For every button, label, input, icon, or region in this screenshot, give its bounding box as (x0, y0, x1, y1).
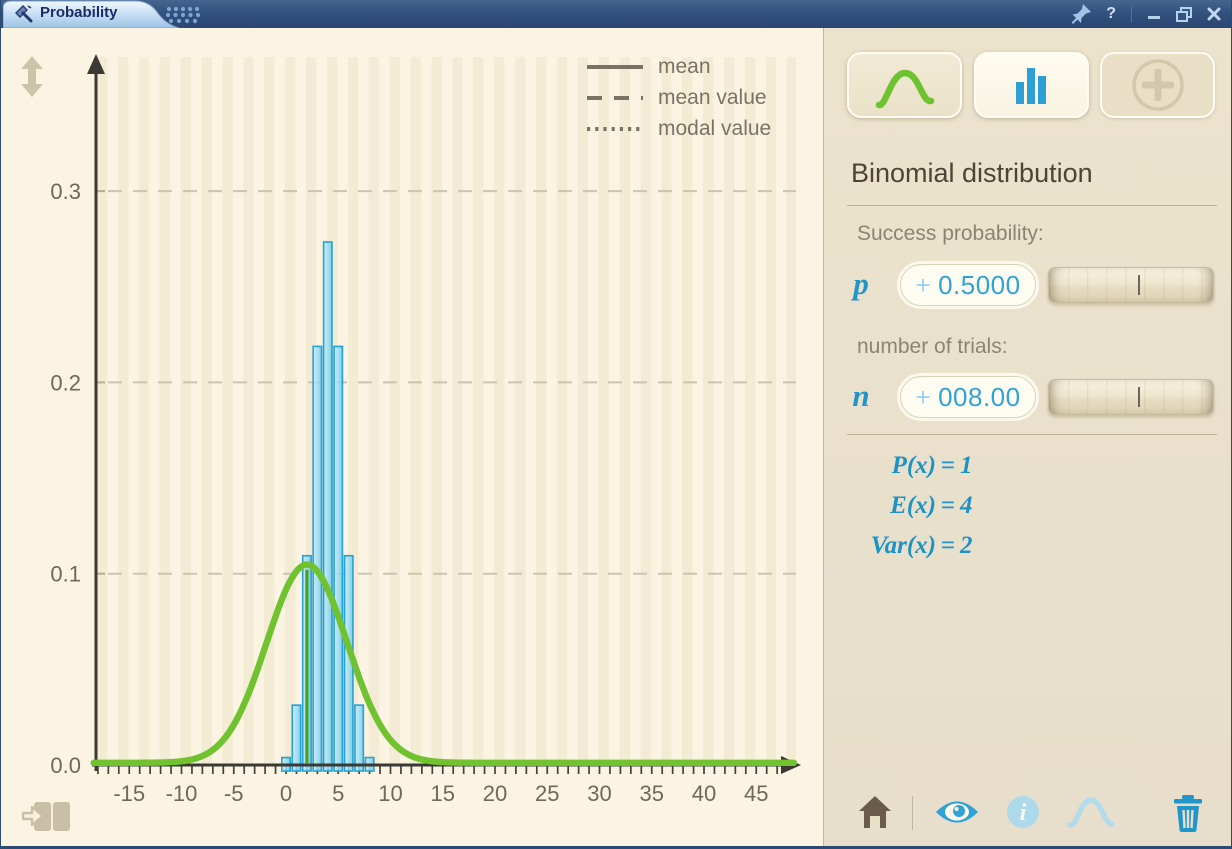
close-button[interactable] (1207, 7, 1221, 21)
stat-e-eq: = (936, 492, 960, 520)
success-probability-label: Success probability: (857, 222, 1044, 246)
p-slider-marker (1138, 275, 1141, 295)
help-button[interactable]: ? (1106, 5, 1116, 23)
toolbar-separator (912, 796, 913, 830)
legend-entry: modal value (586, 116, 771, 142)
dashed-line-sample (586, 94, 644, 102)
stat-e-lhs: E(x) (840, 492, 936, 520)
titlebar: Probability ? (1, 0, 1231, 28)
sidebar-toolbar: i (824, 788, 1232, 846)
distribution-chart: 0.0 0.1 0.2 0.3 -15 -10 -5 0 5 10 15 20 25 30 35 40 45 (1, 28, 823, 846)
home-button[interactable] (857, 794, 893, 830)
svg-text:5: 5 (332, 781, 344, 806)
tab-label: Probability (40, 4, 118, 21)
bell-curve-icon (872, 59, 938, 111)
n-slider-marker (1138, 387, 1141, 407)
p-value-field[interactable]: + 0.5000 (900, 264, 1036, 306)
chart-legend: mean mean value modal value (586, 54, 771, 142)
solid-line-sample (586, 63, 644, 71)
n-slider[interactable] (1048, 379, 1214, 415)
svg-text:i: i (1020, 800, 1027, 826)
divider (847, 434, 1217, 435)
sidebar: Binomial distribution Success probabilit… (823, 28, 1232, 846)
svg-text:25: 25 (535, 781, 559, 806)
svg-text:20: 20 (483, 781, 507, 806)
curve-button[interactable] (1066, 794, 1116, 830)
stat-var-rhs: 2 (960, 532, 973, 560)
legend-entry: mean value (586, 85, 771, 111)
p-sign: + (915, 270, 931, 301)
trash-button[interactable] (1172, 794, 1204, 832)
p-symbol: p (846, 266, 876, 302)
plus-icon (1130, 57, 1186, 113)
help-icon: ? (1106, 5, 1116, 23)
svg-text:15: 15 (431, 781, 455, 806)
eye-button[interactable] (934, 794, 980, 830)
minimize-button[interactable] (1147, 7, 1161, 21)
legend-label: mean (658, 55, 711, 79)
svg-text:0: 0 (280, 781, 292, 806)
stat-var-eq: = (936, 532, 960, 560)
bar-chart-icon (1016, 66, 1048, 104)
stat-p-eq: = (936, 452, 960, 480)
n-value: 008.00 (938, 382, 1021, 413)
tab-discrete-distribution[interactable] (974, 52, 1089, 118)
info-button[interactable]: i (1006, 794, 1040, 830)
svg-text:-10: -10 (166, 781, 198, 806)
hammer-icon (13, 4, 35, 24)
svg-text:0.2: 0.2 (50, 370, 81, 395)
add-distribution-button[interactable] (1100, 52, 1215, 118)
pin-button[interactable] (1071, 4, 1091, 24)
minimize-icon (1147, 7, 1161, 21)
titlebar-separator (1131, 6, 1132, 22)
restore-button[interactable] (1176, 7, 1192, 22)
statistics-block: P(x) = 1 E(x) = 4 Var(x) = 2 (840, 452, 973, 560)
n-value-field[interactable]: + 008.00 (900, 376, 1036, 418)
divider (847, 205, 1217, 206)
legend-label: mean value (658, 86, 767, 110)
n-sign: + (915, 382, 931, 413)
svg-text:0.0: 0.0 (50, 753, 81, 778)
chart-panel: 0.0 0.1 0.2 0.3 -15 -10 -5 0 5 10 15 20 25 30 35 40 45 m… (1, 28, 823, 846)
svg-text:0.3: 0.3 (50, 179, 81, 204)
p-value: 0.5000 (938, 270, 1021, 301)
restore-icon (1176, 7, 1192, 22)
svg-text:40: 40 (692, 781, 716, 806)
svg-text:45: 45 (744, 781, 768, 806)
number-of-trials-label: number of trials: (857, 335, 1008, 359)
pin-icon (1071, 4, 1091, 24)
stat-p-lhs: P(x) (840, 452, 936, 480)
tab-normal-distribution[interactable] (847, 52, 962, 118)
svg-text:10: 10 (378, 781, 402, 806)
n-symbol: n (846, 378, 876, 414)
open-book-icon[interactable] (21, 798, 71, 836)
app-window: Probability ? (0, 0, 1232, 849)
svg-text:30: 30 (587, 781, 611, 806)
p-slider[interactable] (1048, 267, 1214, 303)
resize-vertical-icon[interactable] (20, 56, 44, 98)
svg-text:-15: -15 (113, 781, 145, 806)
stat-var-lhs: Var(x) (840, 532, 936, 560)
legend-entry: mean (586, 54, 771, 80)
svg-text:-5: -5 (224, 781, 244, 806)
stat-e-rhs: 4 (960, 492, 973, 520)
svg-text:0.1: 0.1 (50, 562, 81, 587)
stat-p-rhs: 1 (960, 452, 973, 480)
tab-probability[interactable]: Probability (3, 0, 179, 28)
distribution-title: Binomial distribution (851, 158, 1093, 189)
dotted-line-sample (586, 125, 644, 133)
drag-dots-icon[interactable] (161, 5, 205, 25)
svg-text:35: 35 (640, 781, 664, 806)
legend-label: modal value (658, 117, 771, 141)
close-icon (1207, 7, 1221, 21)
